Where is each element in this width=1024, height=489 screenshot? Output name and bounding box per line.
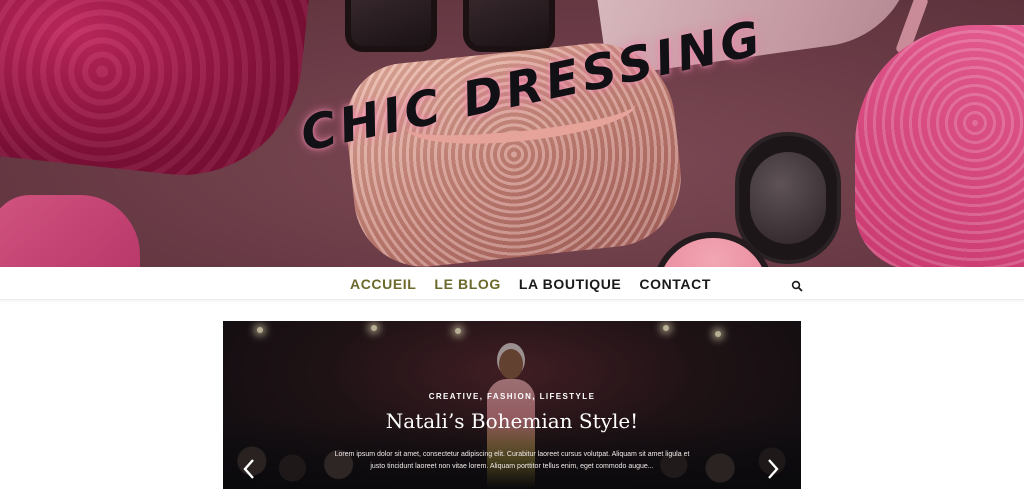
nav-menu: ACCUEIL LE BLOG LA BOUTIQUE CONTACT — [350, 267, 711, 300]
nav-item-accueil[interactable]: ACCUEIL — [350, 276, 416, 292]
compact-mirror-image — [750, 152, 826, 244]
search-icon[interactable] — [791, 277, 803, 292]
chevron-left-icon[interactable] — [241, 457, 257, 481]
chevron-right-icon[interactable] — [765, 457, 781, 481]
slide-excerpt: Lorem ipsum dolor sit amet, consectetur … — [334, 451, 690, 470]
nav-item-la-boutique[interactable]: LA BOUTIQUE — [519, 276, 622, 292]
slide-categories[interactable]: CREATIVE, FASHION, LIFESTYLE — [223, 392, 801, 401]
nav-item-contact[interactable]: CONTACT — [639, 276, 711, 292]
main-navigation: ACCUEIL LE BLOG LA BOUTIQUE CONTACT — [0, 267, 1024, 300]
nav-item-le-blog[interactable]: LE BLOG — [434, 276, 500, 292]
featured-slider: CREATIVE, FASHION, LIFESTYLE Natali’s Bo… — [223, 321, 801, 489]
header-banner: CHIC DRESSING — [0, 0, 1024, 267]
slide-title[interactable]: Natali’s Bohemian Style! — [223, 409, 801, 433]
